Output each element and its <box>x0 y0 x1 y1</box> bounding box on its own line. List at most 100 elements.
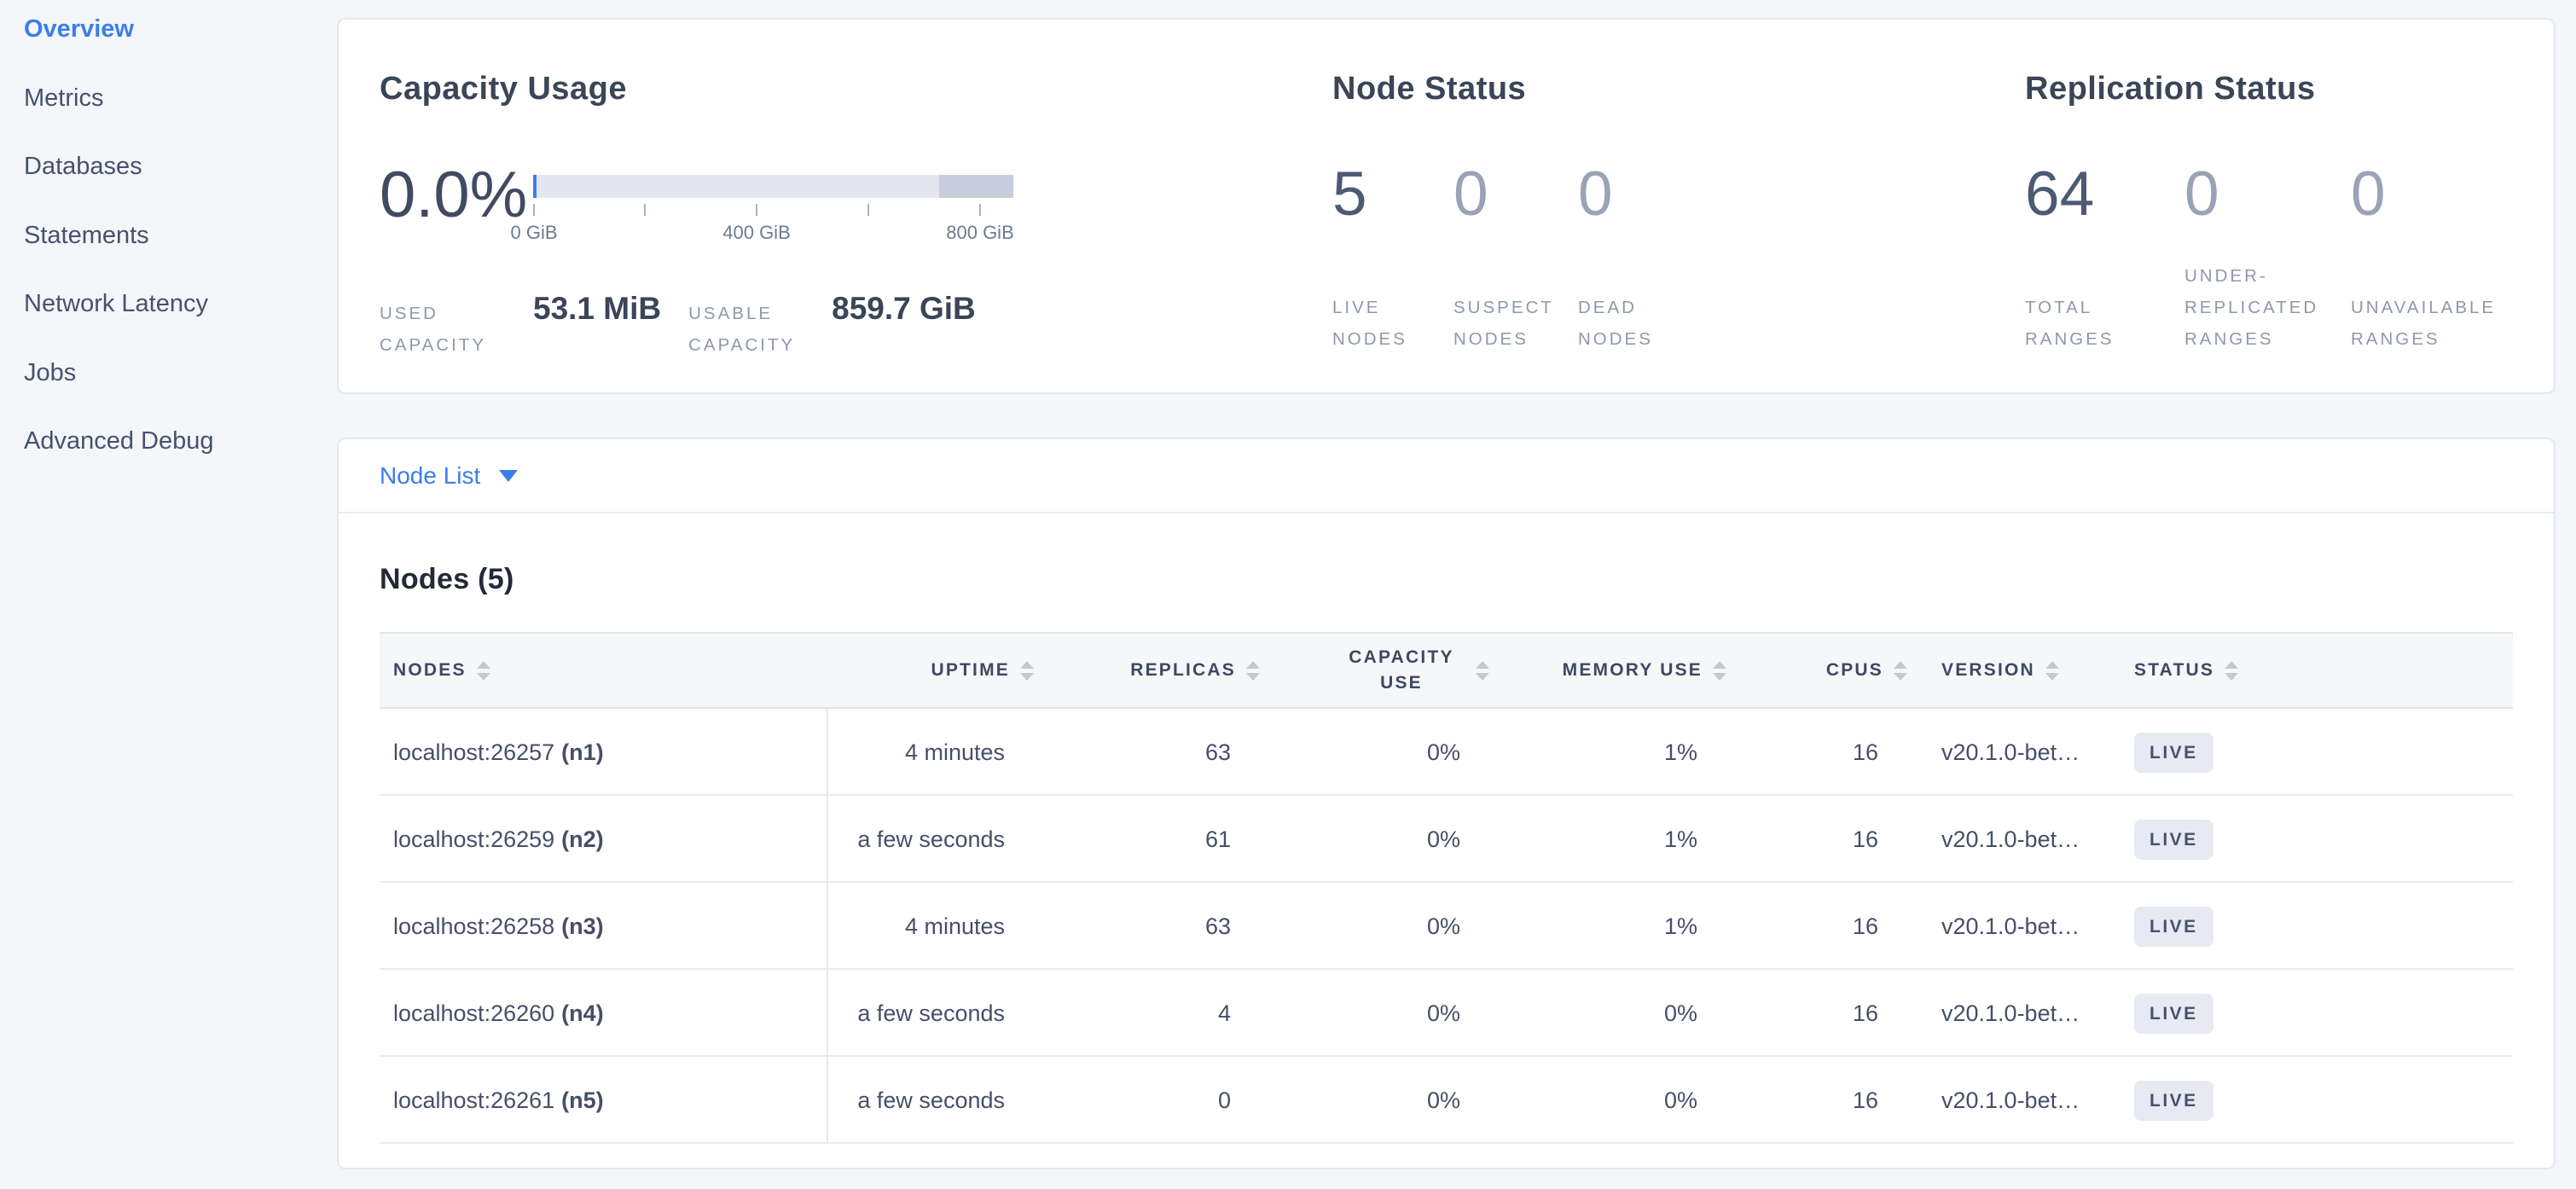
usable-capacity-label: USABLE CAPACITY <box>688 298 815 361</box>
status-cell: LIVE <box>2109 733 2513 773</box>
total-ranges-stat: 64 TOTAL RANGES <box>2025 158 2184 355</box>
sidebar-nav-list: Overview Metrics Databases Statements Ne… <box>24 12 337 493</box>
suspect-nodes-label: SUSPECT NODES <box>1453 292 1578 355</box>
main-content: Capacity Usage 0.0% <box>337 0 2556 1169</box>
capacity-use-cell: 0% <box>1260 914 1489 940</box>
table-row: localhost:26261(n5) a few seconds 0 0% 0… <box>380 1057 2513 1144</box>
capacity-axis-ticks <box>533 204 1013 217</box>
uptime-cell: a few seconds <box>828 1088 1034 1114</box>
replicas-cell: 61 <box>1034 826 1260 853</box>
capacity-bar-reserved-segment <box>939 175 1013 198</box>
cpus-cell: 16 <box>1726 740 1907 766</box>
replicas-cell: 0 <box>1034 1088 1260 1114</box>
sidebar-item-metrics[interactable]: Metrics <box>24 81 337 150</box>
axis-label-0gib: 0 GiB <box>510 222 557 244</box>
sidebar-item-jobs[interactable]: Jobs <box>24 356 337 425</box>
replication-stats: 64 TOTAL RANGES 0 UNDER- REPLICATED RANG… <box>2025 158 2496 355</box>
axis-tick <box>979 204 981 216</box>
version-cell: v20.1.0-bet… <box>1907 826 2109 853</box>
replication-status-title: Replication Status <box>2025 69 2496 108</box>
suspect-nodes-stat: 0 SUSPECT NODES <box>1453 158 1578 355</box>
cpus-cell: 16 <box>1726 914 1907 940</box>
memory-use-cell: 0% <box>1489 1088 1726 1114</box>
memory-use-cell: 1% <box>1489 914 1726 940</box>
node-address-cell[interactable]: localhost:26259(n2) <box>380 796 828 883</box>
status-badge: LIVE <box>2134 994 2213 1034</box>
chevron-down-icon <box>499 470 518 482</box>
capacity-used-percent: 0.0% <box>380 158 525 246</box>
capacity-gauge-row: 0.0% 0 GiB 400 GiB <box>380 158 1013 246</box>
sort-icon <box>1246 661 1260 681</box>
axis-tick <box>756 204 757 216</box>
column-header-memory-use[interactable]: MEMORY USE <box>1489 660 1726 681</box>
unavailable-ranges-value: 0 <box>2351 158 2496 231</box>
replicas-cell: 63 <box>1034 914 1260 940</box>
column-header-capacity-use[interactable]: CAPACITY USE <box>1260 645 1489 696</box>
axis-label-800gib: 800 GiB <box>946 222 1014 244</box>
replicas-cell: 63 <box>1034 740 1260 766</box>
column-header-replicas[interactable]: REPLICAS <box>1034 660 1260 681</box>
capacity-bar <box>533 175 1013 198</box>
view-selector-bar: Node List <box>339 439 2554 513</box>
suspect-nodes-value: 0 <box>1453 158 1578 231</box>
nodes-table-body: localhost:26257(n1) 4 minutes 63 0% 1% 1… <box>380 709 2513 1144</box>
status-badge: LIVE <box>2134 733 2213 773</box>
used-capacity-stat: USED CAPACITY 53.1 MiB <box>380 291 661 361</box>
under-replicated-ranges-stat: 0 UNDER- REPLICATED RANGES <box>2184 158 2351 355</box>
live-nodes-label: LIVE NODES <box>1332 292 1453 355</box>
column-header-version[interactable]: VERSION <box>1907 660 2109 681</box>
column-header-uptime[interactable]: UPTIME <box>828 660 1034 681</box>
uptime-cell: 4 minutes <box>828 740 1034 766</box>
under-replicated-ranges-value: 0 <box>2184 158 2351 231</box>
column-header-cpus[interactable]: CPUS <box>1726 660 1907 681</box>
table-row: localhost:26257(n1) 4 minutes 63 0% 1% 1… <box>380 709 2513 796</box>
node-address-cell[interactable]: localhost:26261(n5) <box>380 1057 828 1144</box>
sort-icon <box>1713 661 1726 681</box>
dead-nodes-stat: 0 DEAD NODES <box>1578 158 1653 355</box>
capacity-usage-title: Capacity Usage <box>380 69 1013 108</box>
capacity-stats: USED CAPACITY 53.1 MiB USABLE CAPACITY 8… <box>380 291 1013 361</box>
dead-nodes-label: DEAD NODES <box>1578 292 1653 355</box>
replication-status-section: Replication Status 64 TOTAL RANGES 0 UND… <box>2025 69 2496 355</box>
column-header-status[interactable]: STATUS <box>2109 660 2513 681</box>
dead-nodes-value: 0 <box>1578 158 1653 231</box>
table-row: localhost:26259(n2) a few seconds 61 0% … <box>380 796 2513 883</box>
node-address-cell[interactable]: localhost:26258(n3) <box>380 883 828 970</box>
capacity-axis-labels: 0 GiB 400 GiB 800 GiB <box>533 222 1013 246</box>
total-ranges-label: TOTAL RANGES <box>2025 292 2184 355</box>
node-address-cell[interactable]: localhost:26257(n1) <box>380 709 828 796</box>
axis-label-400gib: 400 GiB <box>722 222 791 244</box>
cpus-cell: 16 <box>1726 826 1907 853</box>
node-status-section: Node Status 5 LIVE NODES 0 SUSPECT NODES… <box>1332 69 1653 355</box>
replicas-cell: 4 <box>1034 1000 1260 1027</box>
node-list-dropdown[interactable]: Node List <box>380 462 518 490</box>
sidebar-item-statements[interactable]: Statements <box>24 218 337 287</box>
status-cell: LIVE <box>2109 907 2513 947</box>
axis-tick <box>867 204 869 216</box>
sidebar-item-advanced-debug[interactable]: Advanced Debug <box>24 424 337 493</box>
sidebar: Overview Metrics Databases Statements Ne… <box>0 0 337 1189</box>
sort-icon <box>2225 661 2238 681</box>
version-cell: v20.1.0-bet… <box>1907 914 2109 940</box>
column-header-nodes[interactable]: NODES <box>380 660 828 681</box>
version-cell: v20.1.0-bet… <box>1907 1088 2109 1114</box>
sidebar-item-databases[interactable]: Databases <box>24 149 337 218</box>
sort-icon <box>2045 661 2059 681</box>
nodes-table: NODES UPTIME REPLICAS CAPACITY USE <box>380 632 2513 1144</box>
used-capacity-value: 53.1 MiB <box>533 291 661 327</box>
sort-icon <box>1020 661 1034 681</box>
axis-tick <box>644 204 646 216</box>
memory-use-cell: 1% <box>1489 826 1726 853</box>
nodes-table-header: NODES UPTIME REPLICAS CAPACITY USE <box>380 632 2513 709</box>
status-cell: LIVE <box>2109 820 2513 860</box>
uptime-cell: a few seconds <box>828 826 1034 853</box>
status-badge: LIVE <box>2134 820 2213 860</box>
table-row: localhost:26258(n3) 4 minutes 63 0% 1% 1… <box>380 883 2513 970</box>
node-address-cell[interactable]: localhost:26260(n4) <box>380 970 828 1057</box>
sidebar-item-overview[interactable]: Overview <box>24 12 337 81</box>
capacity-use-cell: 0% <box>1260 1000 1489 1027</box>
unavailable-ranges-label: UNAVAILABLE RANGES <box>2351 292 2496 355</box>
sidebar-item-network-latency[interactable]: Network Latency <box>24 287 337 356</box>
nodes-panel: Node List Nodes (5) NODES UPTIME R <box>337 438 2556 1169</box>
cpus-cell: 16 <box>1726 1088 1907 1114</box>
